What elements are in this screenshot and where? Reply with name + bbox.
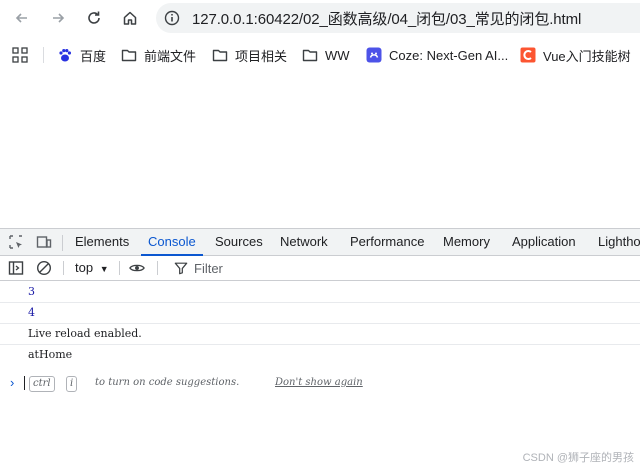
folder-icon (302, 47, 318, 63)
console-message: atHome (28, 348, 73, 361)
console-toolbar-separator (157, 261, 158, 275)
console-prompt[interactable]: › ctrl i to turn on code suggestions. Do… (0, 372, 640, 394)
console-message: 3 (0, 282, 640, 303)
tab-memory[interactable]: Memory (443, 229, 490, 255)
folder-icon (121, 47, 137, 63)
tab-application[interactable]: Application (512, 229, 576, 255)
sidebar-toggle-icon[interactable] (8, 260, 24, 276)
filter-input[interactable]: Filter (160, 256, 640, 280)
inspect-element-icon[interactable] (8, 234, 24, 250)
console-message: 4 (0, 303, 640, 324)
apps-grid-icon[interactable] (12, 47, 28, 63)
prompt-chevron-icon: › (10, 375, 15, 390)
reload-button[interactable] (82, 6, 106, 30)
text-caret (24, 376, 25, 390)
device-toolbar-icon[interactable] (36, 234, 52, 250)
url-text: 127.0.0.1:60422/02_函数高级/04_闭包/03_常见的闭包.h… (192, 10, 582, 28)
bookmark-label: 百度 (80, 48, 107, 64)
site-info-icon[interactable] (164, 10, 180, 26)
bookmark-baidu[interactable]: 百度 (57, 38, 106, 72)
console-toolbar: top ▼ Filter (0, 256, 640, 281)
bookmark-frontend-files[interactable]: 前端文件 (121, 38, 196, 72)
filter-icon (174, 262, 188, 275)
baidu-icon (57, 47, 73, 63)
bookmark-label: WW (325, 47, 350, 63)
devtools-tab-bar: Elements Console Sources Network Perform… (0, 228, 640, 256)
tab-sources[interactable]: Sources (215, 229, 263, 255)
context-selector[interactable]: top ▼ (75, 256, 109, 280)
folder-icon (212, 47, 228, 63)
kbd-ctrl: ctrl (29, 376, 55, 392)
console-message: Live reload enabled. (0, 324, 640, 345)
address-bar[interactable]: 127.0.0.1:60422/02_函数高级/04_闭包/03_常见的闭包.h… (156, 3, 640, 33)
tab-lighthouse[interactable]: Lighthouse (598, 229, 640, 255)
page-content (0, 72, 640, 228)
tab-console[interactable]: Console (141, 229, 203, 256)
watermark: CSDN @狮子座的男孩 (522, 452, 634, 464)
back-button[interactable] (10, 6, 34, 30)
bookmark-vue[interactable]: Vue入门技能树 (520, 38, 631, 72)
bookmark-label: 项目相关 (235, 48, 288, 64)
eye-icon[interactable] (129, 260, 145, 276)
context-label: top (75, 260, 94, 275)
console-toolbar-separator (119, 261, 120, 275)
coze-icon (366, 47, 382, 63)
bookmark-label: Vue入门技能树 (543, 48, 631, 64)
home-icon (123, 11, 137, 25)
tab-network[interactable]: Network (280, 229, 328, 255)
browser-toolbar: 127.0.0.1:60422/02_函数高级/04_闭包/03_常见的闭包.h… (0, 0, 640, 36)
bookmark-label: Coze: Next-Gen AI... (389, 47, 509, 63)
bookmark-project[interactable]: 项目相关 (212, 38, 287, 72)
reload-icon (88, 11, 100, 24)
home-button[interactable] (118, 6, 142, 30)
clear-console-icon[interactable] (36, 260, 52, 276)
bookmarks-separator (43, 47, 44, 63)
bookmark-ww[interactable]: WW (302, 38, 350, 72)
csdn-icon (520, 47, 536, 63)
console-toolbar-separator (63, 261, 64, 275)
filter-placeholder: Filter (194, 260, 223, 276)
forward-button[interactable] (46, 6, 70, 30)
dropdown-arrow-icon: ▼ (99, 264, 109, 274)
bookmark-coze[interactable]: Coze: Next-Gen AI... (366, 38, 508, 72)
arrow-right-icon (53, 13, 65, 23)
kbd-i: i (66, 376, 78, 392)
dont-show-again-link[interactable]: Don't show again (275, 376, 363, 390)
bookmarks-bar: 百度 前端文件 项目相关 WW Coze: Next-Gen AI... Vue… (0, 38, 640, 72)
devtools-divider (62, 235, 63, 251)
arrow-left-icon (15, 13, 27, 23)
devtools-panel: Elements Console Sources Network Perform… (0, 228, 640, 470)
code-suggestions-hint: to turn on code suggestions. (95, 377, 240, 388)
bookmark-label: 前端文件 (144, 48, 197, 64)
tab-elements[interactable]: Elements (75, 229, 129, 255)
tab-performance[interactable]: Performance (350, 229, 424, 255)
console-messages: 3 4 Live reload enabled. atHome (0, 282, 640, 365)
